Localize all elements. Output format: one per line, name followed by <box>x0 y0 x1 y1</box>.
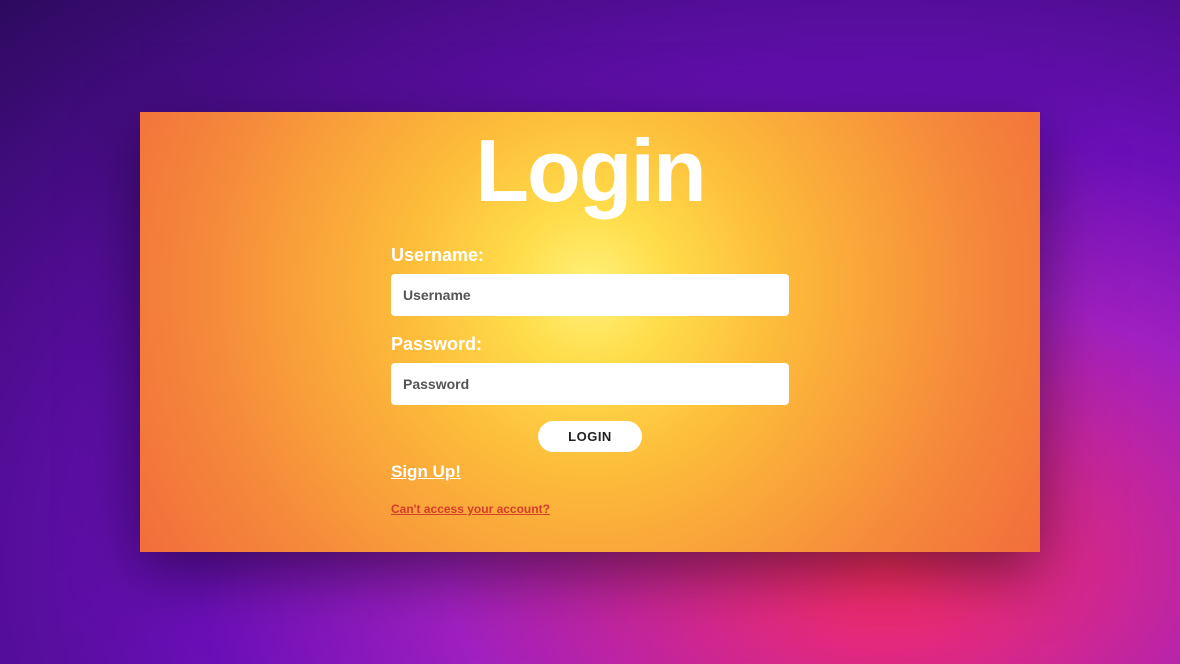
password-label: Password: <box>391 334 789 355</box>
signup-link[interactable]: Sign Up! <box>391 462 461 482</box>
forgot-password-link[interactable]: Can't access your account? <box>391 502 789 516</box>
password-input[interactable] <box>391 363 789 405</box>
login-card: Login Username: Password: LOGIN Sign Up!… <box>140 112 1040 552</box>
login-form: Username: Password: LOGIN Sign Up! Can't… <box>391 245 789 516</box>
page-title: Login <box>140 127 1040 215</box>
submit-row: LOGIN <box>391 421 789 452</box>
login-button[interactable]: LOGIN <box>538 421 642 452</box>
username-input[interactable] <box>391 274 789 316</box>
username-label: Username: <box>391 245 789 266</box>
